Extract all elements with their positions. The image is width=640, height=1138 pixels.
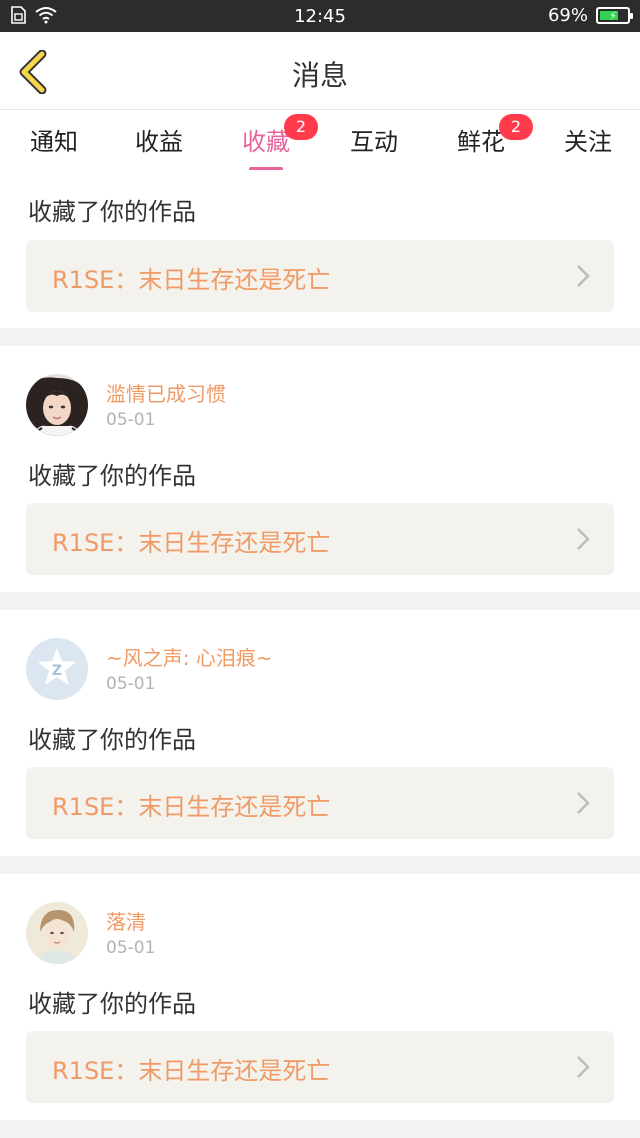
action-text: 收藏了你的作品 xyxy=(28,726,196,754)
chevron-right-icon xyxy=(577,528,590,550)
tab-label: 互动 xyxy=(350,128,398,156)
date-label: 05-01 xyxy=(106,410,156,430)
date-label: 05-01 xyxy=(106,938,156,958)
svg-text:Z: Z xyxy=(52,663,62,679)
nav-header: 消息 xyxy=(0,32,640,110)
user-name[interactable]: 落清 xyxy=(106,906,146,935)
chevron-right-icon xyxy=(577,265,590,287)
battery-percent: 69% xyxy=(547,5,588,26)
tab-interactions[interactable]: 互动 xyxy=(320,122,428,157)
user-name[interactable]: 滥情已成习惯 xyxy=(106,378,226,407)
user-photo xyxy=(26,902,88,964)
user-name[interactable]: ~风之声: 心泪痕~ xyxy=(106,642,273,671)
user-photo xyxy=(26,374,88,436)
tab-label: 鲜花 xyxy=(457,128,505,156)
status-time: 12:45 xyxy=(294,6,346,27)
status-icons-right: 69% ⚡ xyxy=(547,5,633,26)
tab-bar: 通知 收益 收藏 2 互动 鲜花 2 关注 xyxy=(0,110,640,171)
status-bar: 12:45 69% ⚡ xyxy=(0,0,640,32)
avatar[interactable]: Z xyxy=(26,638,88,700)
work-link[interactable]: R1SE：末日生存还是死亡 xyxy=(26,767,614,839)
tab-earnings[interactable]: 收益 xyxy=(105,122,213,157)
work-title: R1SE：末日生存还是死亡 xyxy=(52,266,331,294)
default-avatar-icon: Z xyxy=(26,638,88,700)
work-link[interactable]: R1SE：末日生存还是死亡 xyxy=(26,1031,614,1103)
charging-bolt-icon: ⚡ xyxy=(609,9,617,22)
tab-label: 通知 xyxy=(30,128,78,156)
chevron-right-icon xyxy=(577,792,590,814)
tab-label: 关注 xyxy=(564,128,612,156)
date-label: 05-01 xyxy=(106,674,156,694)
list-item: Z ~风之声: 心泪痕~ 05-01 收藏了你的作品 R1SE：末日生存还是死亡 xyxy=(0,610,640,856)
action-text: 收藏了你的作品 xyxy=(28,462,196,490)
chevron-right-icon xyxy=(577,1056,590,1078)
tab-flowers[interactable]: 鲜花 2 xyxy=(427,114,535,157)
tab-badge: 2 xyxy=(499,114,533,140)
avatar[interactable] xyxy=(26,374,88,436)
work-title: R1SE：末日生存还是死亡 xyxy=(52,529,331,557)
tab-favorites[interactable]: 收藏 2 xyxy=(212,114,320,171)
tab-follows[interactable]: 关注 xyxy=(534,122,640,157)
list-item: 收藏了你的作品 R1SE：末日生存还是死亡 xyxy=(0,170,640,328)
work-link[interactable]: R1SE：末日生存还是死亡 xyxy=(26,240,614,312)
tab-label: 收益 xyxy=(135,128,183,156)
avatar[interactable] xyxy=(26,902,88,964)
tab-label: 收藏 xyxy=(242,128,290,156)
work-link[interactable]: R1SE：末日生存还是死亡 xyxy=(26,503,614,575)
action-text: 收藏了你的作品 xyxy=(28,198,196,226)
battery-icon: ⚡ xyxy=(596,7,633,24)
list-item: 落清 05-01 收藏了你的作品 R1SE：末日生存还是死亡 xyxy=(0,874,640,1120)
work-title: R1SE：末日生存还是死亡 xyxy=(52,793,331,821)
page-title: 消息 xyxy=(291,59,348,92)
tab-badge: 2 xyxy=(284,114,318,140)
list-item: 滥情已成习惯 05-01 收藏了你的作品 R1SE：末日生存还是死亡 xyxy=(0,346,640,592)
action-text: 收藏了你的作品 xyxy=(28,990,196,1018)
tab-notifications[interactable]: 通知 xyxy=(0,122,108,157)
work-title: R1SE：末日生存还是死亡 xyxy=(52,1057,331,1085)
